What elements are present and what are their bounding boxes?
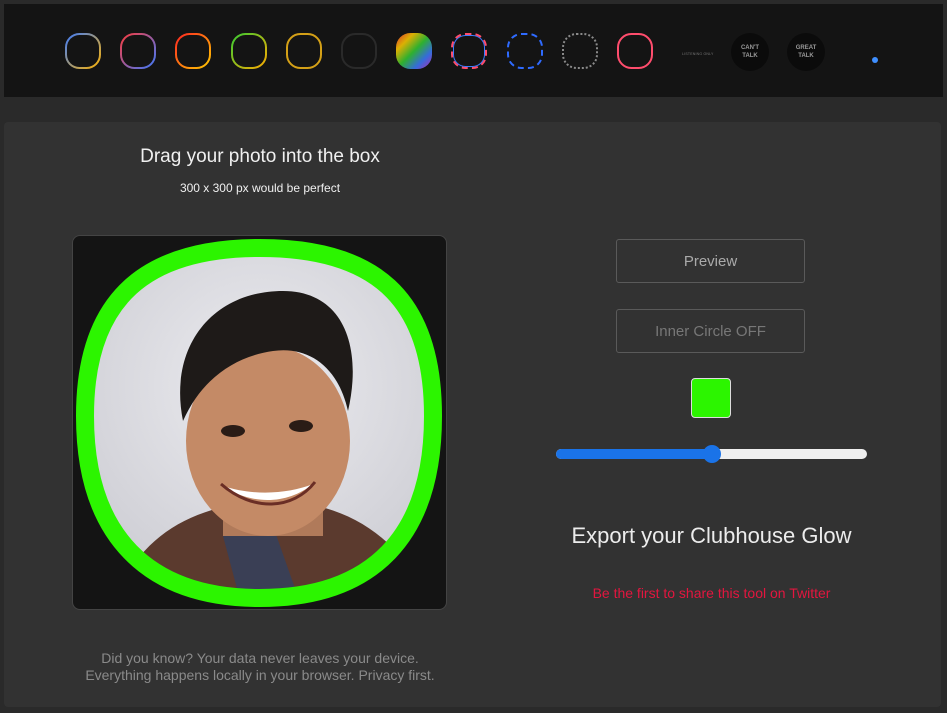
inner-circle-toggle-button[interactable]: Inner Circle OFF [616, 309, 805, 353]
frame-gradient-red-yellow[interactable] [175, 33, 211, 69]
upload-title: Drag your photo into the box [140, 146, 380, 167]
frame-style-bar: LISTENING ONLY CAN'T TALK GREAT TALK [4, 4, 943, 97]
export-title: Export your Clubhouse Glow [571, 523, 852, 548]
photo-drop-zone[interactable] [72, 235, 447, 610]
privacy-note-line2: Everything happens locally in your brows… [85, 667, 435, 683]
upload-subtitle: 300 x 300 px would be perfect [179, 181, 341, 195]
frame-gradient-blue-yellow[interactable] [65, 33, 101, 69]
frame-gradient-green-orange[interactable] [231, 33, 267, 69]
glow-color-picker[interactable] [691, 378, 731, 418]
frame-solid-dark[interactable] [341, 33, 377, 69]
frame-rainbow[interactable] [396, 33, 433, 69]
preview-button[interactable]: Preview [616, 239, 805, 283]
frame-solid-gold[interactable] [285, 33, 322, 69]
avatar-preview [75, 238, 443, 608]
badge-listening-only[interactable]: LISTENING ONLY [682, 52, 714, 56]
glow-size-slider[interactable] [556, 445, 867, 463]
share-twitter-link[interactable]: Be the first to share this tool on Twitt… [520, 585, 903, 601]
privacy-note: Did you know? Your data never leaves you… [0, 650, 520, 684]
frame-solid-pink[interactable] [617, 33, 653, 69]
frame-dashed-red-blue[interactable] [451, 33, 488, 69]
blue-dot-option[interactable] [872, 57, 878, 63]
slider-thumb[interactable] [702, 445, 721, 463]
slider-fill [556, 449, 712, 459]
badge-cant-talk[interactable]: CAN'T TALK [731, 33, 769, 71]
frame-dotted-gray[interactable] [561, 33, 598, 69]
frame-dashed-blue[interactable] [506, 33, 543, 69]
privacy-note-line1: Did you know? Your data never leaves you… [101, 650, 419, 666]
frame-gradient-red-blue[interactable] [120, 33, 156, 69]
badge-great-talk[interactable]: GREAT TALK [787, 33, 825, 71]
